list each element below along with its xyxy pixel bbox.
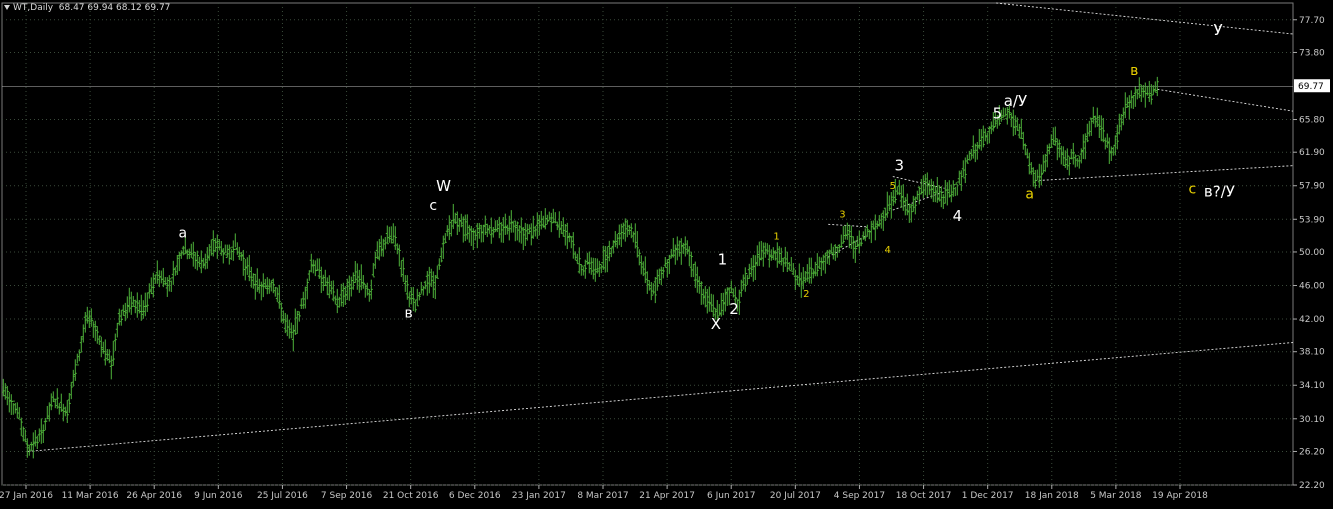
- x-tick-label: 23 Jan 2017: [512, 491, 566, 501]
- wave-label: в: [1130, 63, 1138, 79]
- y-tick-label: 77.70: [1299, 16, 1325, 26]
- wave-label: 2: [729, 300, 739, 318]
- y-tick-label: 61.90: [1299, 148, 1325, 158]
- candles: [1, 76, 1159, 459]
- x-tick-label: 11 Mar 2016: [62, 491, 119, 501]
- wave-label: a: [1025, 186, 1034, 202]
- x-tick-label: 20 Jul 2017: [770, 491, 821, 501]
- x-tick-label: 4 Sep 2017: [834, 491, 885, 501]
- x-tick-label: 7 Sep 2016: [321, 491, 373, 501]
- chart-header: WT,Daily 68.47 69.94 68.12 69.77: [4, 3, 170, 13]
- x-tick-label: 25 Jul 2016: [257, 491, 308, 501]
- y-tick-label: 42.00: [1299, 315, 1325, 325]
- y-tick-label: 65.80: [1299, 116, 1325, 126]
- x-tick-label: 26 Apr 2016: [126, 491, 182, 501]
- wave-label: X: [711, 315, 721, 333]
- wave-label: 4: [953, 207, 963, 225]
- wave-label: a: [178, 226, 187, 242]
- x-tick-label: 18 Jan 2018: [1025, 491, 1079, 501]
- trendlines: [27, 2, 1294, 452]
- x-tick-label: 21 Apr 2017: [639, 491, 695, 501]
- trendline: [1034, 165, 1294, 182]
- y-tick-label: 34.10: [1299, 381, 1325, 391]
- trendline: [996, 2, 1294, 35]
- x-tick-label: 5 Mar 2018: [1090, 491, 1142, 501]
- y-tick-label: 46.00: [1299, 281, 1325, 291]
- y-tick-label: 38.10: [1299, 348, 1325, 358]
- dropdown-triangle-icon[interactable]: [4, 5, 10, 10]
- wave-label: в?/У: [1204, 183, 1235, 201]
- x-tick-label: 18 Oct 2017: [896, 491, 952, 501]
- wave-label: 1: [773, 231, 779, 242]
- x-axis: 27 Jan 2016 11 Mar 2016 26 Apr 2016 9 Jun 2…: [0, 485, 1208, 501]
- ohlc-values: 68.47 69.94 68.12 69.77: [58, 3, 171, 13]
- wave-label: c: [429, 198, 437, 214]
- trendline: [892, 176, 945, 189]
- x-tick-label: 27 Jan 2016: [0, 491, 53, 501]
- y-tick-label: 30.10: [1299, 415, 1325, 425]
- grid-lines: [1, 2, 1294, 486]
- wave-label: 4: [884, 245, 890, 256]
- price-chart[interactable]: aвcW12X12343545a/Уaвс в?/УУ 77.7073.8065.…: [0, 0, 1333, 505]
- wave-label: 5: [890, 181, 896, 192]
- x-tick-label: 1 Dec 2017: [962, 491, 1014, 501]
- trendline: [27, 342, 1294, 452]
- y-tick-label: 73.80: [1299, 48, 1325, 58]
- y-tick-label: 50.00: [1299, 248, 1325, 258]
- x-tick-label: 9 Jun 2016: [194, 491, 243, 501]
- y-tick-label: 57.90: [1299, 182, 1325, 192]
- wave-label: 5: [993, 105, 1003, 123]
- wave-label: 2: [803, 289, 809, 300]
- wave-label: с: [1188, 181, 1196, 197]
- wave-label: 3: [839, 210, 845, 221]
- chart-area[interactable]: a в c W 1 2 X 1 2 3 4 3 5 4 5 a/У a в с в?/У У 77.70 73.80 65.…: [0, 0, 1333, 505]
- wave-label: a/У: [1004, 92, 1027, 110]
- trendline: [1157, 88, 1294, 112]
- y-tick-label: 26.20: [1299, 447, 1325, 457]
- wave-labels: aвcW12X12343545a/Уaвс в?/УУ: [178, 21, 1234, 333]
- wave-label: У: [1214, 21, 1223, 39]
- x-tick-label: 6 Dec 2016: [449, 491, 501, 501]
- x-tick-label: 21 Oct 2016: [383, 491, 439, 501]
- price-marker-label: 69.77: [1298, 82, 1324, 92]
- x-tick-label: 8 Mar 2017: [577, 491, 628, 501]
- y-tick-label: 22.20: [1299, 481, 1325, 491]
- y-axis: 77.70 73.80 65.80 61.90 57.90 53.90 50.00 46.00…: [1293, 16, 1330, 491]
- x-tick-label: 19 Apr 2018: [1152, 491, 1208, 501]
- symbol-label: WT,Daily: [13, 3, 54, 13]
- wave-label: 1: [718, 251, 728, 269]
- wave-label: W: [436, 177, 451, 195]
- wave-label: в: [405, 305, 413, 321]
- y-tick-label: 53.90: [1299, 215, 1325, 225]
- x-tick-label: 6 Jun 2017: [707, 491, 755, 501]
- wave-label: 3: [894, 157, 904, 175]
- chart-frame: [1, 2, 1294, 486]
